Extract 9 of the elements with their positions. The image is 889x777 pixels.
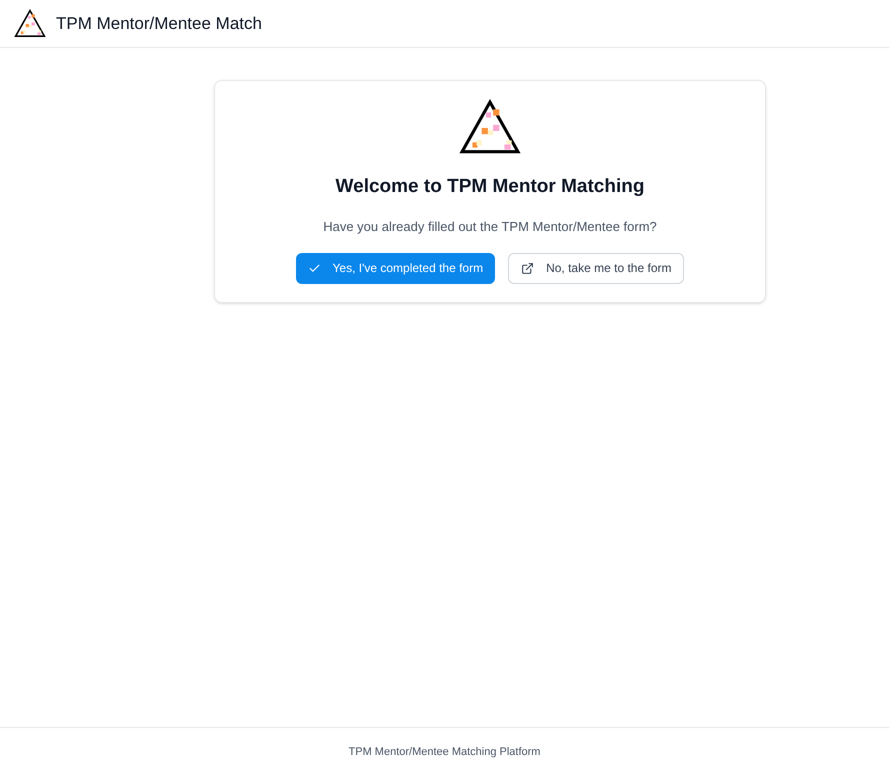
- footer-text: TPM Mentor/Mentee Matching Platform: [348, 745, 540, 760]
- confirm-button[interactable]: Yes, I've completed the form: [296, 252, 496, 284]
- external-link-icon: [521, 262, 534, 275]
- form-link-button[interactable]: No, take me to the form: [508, 252, 684, 284]
- card-question: Have you already filled out the TPM Mentor/Mentee form?: [323, 218, 657, 236]
- app-title: TPM Mentor/Mentee Match: [56, 12, 262, 35]
- card-title: Welcome to TPM Mentor Matching: [336, 174, 644, 199]
- logo-drawing: [459, 99, 521, 155]
- logo-icon: [14, 9, 46, 38]
